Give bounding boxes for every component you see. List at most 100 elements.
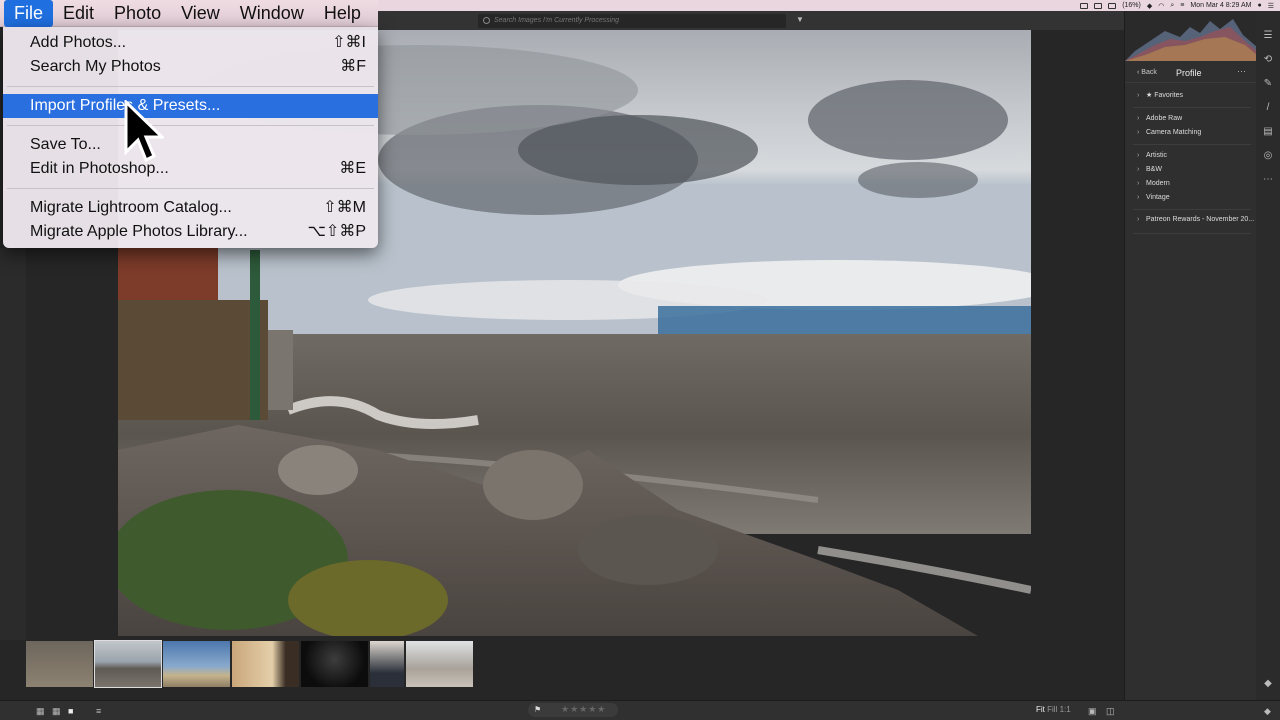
sort-icon[interactable]: ≡ (96, 706, 101, 716)
menu-item-migrate-lightroom[interactable]: Migrate Lightroom Catalog... ⇧⌘M (3, 196, 378, 220)
menu-item-shortcut: ⌘E (339, 160, 366, 177)
menu-item-import-profiles[interactable]: Import Profiles & Presets... (3, 94, 378, 118)
chevron-right-icon: › (1137, 180, 1140, 187)
menu-item-search-my-photos[interactable]: Search My Photos ⌘F (3, 55, 378, 79)
menu-extras-icon[interactable]: ☰ (1268, 2, 1274, 10)
status-area: (16%) ◆ ◠ ⌕ ≡ Mon Mar 4 8:29 AM ● ☰ (1080, 0, 1274, 11)
thumbnail[interactable] (406, 641, 473, 687)
zoom-fill-button[interactable]: Fill (1047, 705, 1057, 714)
histogram (1125, 11, 1257, 61)
profile-item-label: Patreon Rewards - November 20... (1146, 216, 1255, 223)
menu-item-shortcut: ⇧⌘I (332, 34, 366, 51)
battery-percent: (16%) (1122, 2, 1141, 9)
dropbox-icon[interactable]: ◆ (1147, 2, 1152, 10)
control-center-icon[interactable]: ≡ (1180, 2, 1184, 9)
healing-brush-icon[interactable]: ✎ (1263, 79, 1273, 89)
menu-photo[interactable]: Photo (104, 0, 171, 27)
chevron-right-icon: › (1137, 216, 1140, 223)
user-icon[interactable]: ● (1257, 2, 1261, 9)
thumbnail[interactable] (163, 641, 230, 687)
chevron-right-icon: › (1137, 92, 1140, 99)
chevron-right-icon: › (1137, 152, 1140, 159)
radial-gradient-icon[interactable]: ◎ (1263, 151, 1273, 161)
histogram-graph (1125, 19, 1257, 61)
zoom-1to1-button[interactable]: 1:1 (1060, 705, 1071, 714)
before-after-icon[interactable]: ◫ (1106, 706, 1115, 717)
profile-item-modern[interactable]: › Modern (1125, 177, 1257, 191)
menu-separator (7, 188, 374, 189)
tag-icon[interactable]: ◆ (1264, 706, 1271, 717)
crop-icon[interactable]: ⟲ (1263, 55, 1273, 65)
tag-icon[interactable]: ◆ (1263, 679, 1273, 689)
menu-item-save-to[interactable]: Save To... (3, 133, 378, 157)
app-menubar: File Edit Photo View Window Help (0, 0, 378, 27)
back-button[interactable]: ‹ Back (1137, 69, 1157, 76)
menu-item-shortcut: ⌥⇧⌘P (307, 223, 366, 240)
profile-header: ‹ Back Profile ··· (1125, 63, 1257, 83)
menu-item-label: Migrate Apple Photos Library... (30, 223, 248, 240)
star-rating[interactable]: ★★★★★ (561, 704, 606, 715)
divider (1133, 107, 1251, 108)
profile-item-label: Camera Matching (1146, 129, 1202, 136)
search-input[interactable]: Search Images I'm Currently Processing (478, 14, 786, 28)
profile-item-label: B&W (1146, 166, 1162, 173)
brush-icon[interactable]: / (1263, 103, 1273, 113)
clock[interactable]: Mon Mar 4 8:29 AM (1190, 2, 1251, 9)
search-placeholder: Search Images I'm Currently Processing (494, 17, 620, 24)
profile-item-camera-matching[interactable]: › Camera Matching (1125, 126, 1257, 140)
profile-item-label: Adobe Raw (1146, 115, 1183, 122)
panel-title: Profile (1176, 68, 1202, 78)
profile-item-vintage[interactable]: › Vintage (1125, 191, 1257, 205)
profile-item-artistic[interactable]: › Artistic (1125, 149, 1257, 163)
menu-item-label: Edit in Photoshop... (30, 160, 169, 177)
compare-icon[interactable]: ▣ (1088, 706, 1097, 717)
tool-rail: ☰ ⟲ ✎ / ▤ ◎ ⋯ ◆ (1256, 11, 1280, 701)
screen-record-icon[interactable] (1080, 2, 1089, 9)
camera-icon[interactable] (1094, 2, 1103, 9)
profile-item-bw[interactable]: › B&W (1125, 163, 1257, 177)
thumbnail-selected[interactable] (94, 640, 162, 688)
zoom-fit-button[interactable]: Fit (1036, 705, 1045, 714)
menu-item-edit-in-photoshop[interactable]: Edit in Photoshop... ⌘E (3, 157, 378, 181)
menu-item-label: Save To... (30, 136, 101, 153)
menu-help[interactable]: Help (314, 0, 371, 27)
more-options-button[interactable]: ··· (1237, 66, 1246, 76)
lightroom-window: (16%) ◆ ◠ ⌕ ≡ Mon Mar 4 8:29 AM ● ☰ File… (0, 0, 1280, 720)
rating-control: ⚑ ★★★★★ (528, 703, 618, 717)
menu-item-label: Search My Photos (30, 58, 161, 75)
divider (1133, 233, 1251, 234)
profile-group-patreon: › Patreon Rewards - November 20... (1125, 213, 1257, 227)
back-label: Back (1141, 69, 1157, 76)
wifi-icon[interactable]: ◠ (1158, 2, 1164, 10)
flag-icon[interactable]: ⚑ (534, 705, 541, 714)
battery-icon[interactable] (1108, 2, 1117, 9)
profile-item-favorites[interactable]: › ★ Favorites (1125, 89, 1257, 103)
profile-panel: ‹ Back Profile ··· › ★ Favorites › Adobe R… (1124, 11, 1257, 701)
thumbnail[interactable] (26, 641, 93, 687)
detail-view-icon[interactable]: ■ (68, 706, 73, 716)
linear-gradient-icon[interactable]: ▤ (1263, 127, 1273, 137)
profile-item-adobe-raw[interactable]: › Adobe Raw (1125, 112, 1257, 126)
filmstrip (26, 640, 1124, 690)
thumbnail[interactable] (301, 641, 368, 687)
thumbnail[interactable] (370, 641, 404, 687)
menu-file[interactable]: File (4, 0, 54, 27)
menu-window[interactable]: Window (230, 0, 314, 27)
filter-icon[interactable]: ▼ (796, 15, 804, 24)
menu-item-label: Add Photos... (30, 34, 127, 51)
thumbnail[interactable] (232, 641, 299, 687)
menu-edit[interactable]: Edit (53, 0, 104, 27)
menu-view[interactable]: View (171, 0, 230, 27)
square-grid-icon[interactable]: ▦ (52, 706, 61, 717)
profile-item-label: Modern (1146, 180, 1170, 187)
chevron-right-icon: › (1137, 115, 1140, 122)
grid-view-icon[interactable]: ▦ (36, 706, 45, 717)
menu-item-add-photos[interactable]: Add Photos... ⇧⌘I (3, 31, 378, 55)
profile-item-patreon-rewards[interactable]: › Patreon Rewards - November 20... (1125, 213, 1257, 227)
profile-item-label: ★ Favorites (1146, 92, 1184, 99)
edit-sliders-icon[interactable]: ☰ (1263, 31, 1273, 41)
profile-item-label: Vintage (1146, 194, 1170, 201)
search-icon[interactable]: ⌕ (1170, 2, 1174, 10)
more-tools-icon[interactable]: ⋯ (1263, 175, 1273, 185)
menu-item-migrate-apple-photos[interactable]: Migrate Apple Photos Library... ⌥⇧⌘P (3, 220, 378, 244)
